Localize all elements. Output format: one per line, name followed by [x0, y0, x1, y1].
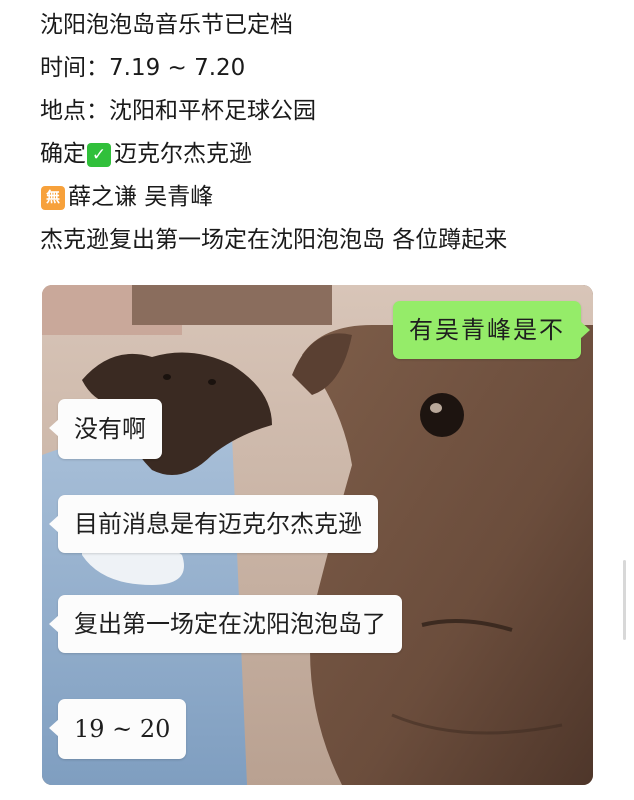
check-icon: ✓ — [87, 142, 111, 167]
bubble-tail — [580, 321, 590, 339]
received-message: 19 ~ 20 — [49, 699, 187, 759]
scrollbar[interactable] — [623, 560, 626, 640]
absent-artists: 薛之谦 吴青峰 — [68, 184, 214, 210]
post-line-comment: 杰克逊复出第一场定在沈阳泡泡岛 各位蹲起来 — [40, 227, 508, 253]
bubble-tail — [49, 719, 59, 737]
post-line-title: 沈阳泡泡岛音乐节已定档 — [40, 12, 293, 38]
confirmed-label: 确定 — [40, 141, 86, 167]
bubble-tail — [49, 419, 59, 437]
received-message: 复出第一场定在沈阳泡泡岛了 — [49, 595, 402, 653]
post-line-location: 地点：沈阳和平杯足球公园 — [40, 98, 316, 124]
post-line-confirmed: 确定 ✓ 迈克尔杰克逊 — [40, 133, 600, 176]
bubble-tail — [49, 615, 59, 633]
post-text: 沈阳泡泡岛音乐节已定档 时间：7.19 ~ 7.20 地点：沈阳和平杯足球公园 … — [40, 4, 600, 262]
received-message: 目前消息是有迈克尔杰克逊 — [49, 495, 378, 553]
post-line-absent: 無 薛之谦 吴青峰 — [40, 176, 600, 219]
post-container: 沈阳泡泡岛音乐节已定档 时间：7.19 ~ 7.20 地点：沈阳和平杯足球公园 … — [0, 0, 634, 800]
meme-image[interactable]: 有吴青峰是不 没有啊 目前消息是有迈克尔杰克逊 复出第一场定在沈阳泡泡岛了 19… — [42, 285, 593, 785]
bubble-tail — [49, 515, 59, 533]
received-message: 没有啊 — [49, 399, 162, 459]
confirmed-artist: 迈克尔杰克逊 — [114, 141, 252, 167]
sent-message: 有吴青峰是不 — [393, 301, 590, 359]
none-badge-icon: 無 — [41, 185, 65, 210]
post-line-time: 时间：7.19 ~ 7.20 — [40, 55, 246, 81]
